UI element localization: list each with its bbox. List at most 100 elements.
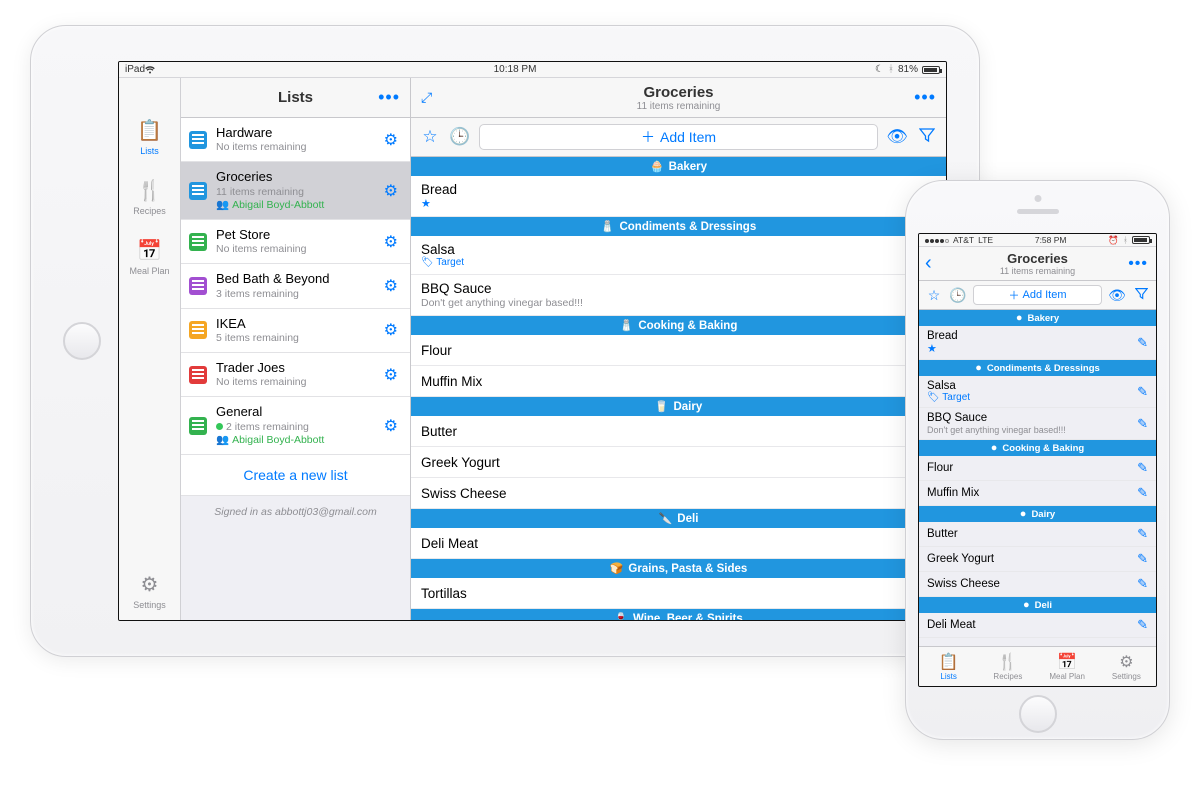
list-settings-button[interactable]: ⚙	[380, 320, 402, 340]
section-header-deli: ●Deli	[919, 597, 1156, 613]
gear-icon: ⚙	[119, 572, 181, 597]
item-row[interactable]: BBQ SauceDon't get anything vinegar base…	[919, 408, 1156, 440]
section-name: Bakery	[669, 161, 707, 173]
item-name: Greek Yogurt	[421, 455, 923, 470]
edit-icon[interactable]: ✎	[1137, 416, 1148, 432]
tab-settings[interactable]: ⚙Settings	[1097, 647, 1156, 686]
iphone-device-frame: AT&T LTE 7:58 PM ⏰ ᚼ ‹ Groceries 11 item…	[905, 180, 1170, 740]
nav-item-recipes[interactable]: 🍴Recipes	[119, 178, 181, 216]
list-row-bed-bath-beyond[interactable]: Bed Bath & Beyond3 items remaining⚙	[181, 264, 410, 308]
add-item-input[interactable]: ＋ Add Item	[479, 124, 878, 150]
tab-label: Recipes	[993, 672, 1022, 681]
nav-item-meal-plan[interactable]: 📅Meal Plan	[119, 238, 181, 276]
edit-icon[interactable]: ✎	[1137, 526, 1148, 542]
item-row[interactable]: Greek Yogurt✎	[411, 447, 946, 478]
list-settings-button[interactable]: ⚙	[380, 276, 402, 296]
item-row[interactable]: Bread★✎	[919, 326, 1156, 360]
lists-column: Lists ••• HardwareNo items remaining⚙Gro…	[181, 78, 411, 620]
item-row[interactable]: Salsa🏷 Target✎	[411, 236, 946, 275]
section-name: Bakery	[1027, 313, 1059, 324]
signed-in-label: Signed in as abbottj03@gmail.com	[181, 496, 410, 528]
list-settings-button[interactable]: ⚙	[380, 416, 402, 436]
list-subtitle: 5 items remaining	[216, 332, 380, 345]
tab-lists[interactable]: 📋Lists	[919, 647, 978, 686]
item-row[interactable]: Salsa🏷 Target✎	[919, 376, 1156, 408]
star-icon: ★	[927, 342, 1137, 355]
list-row-groceries[interactable]: Groceries11 items remaining👥Abigail Boyd…	[181, 162, 410, 220]
section-icon: ●	[1023, 599, 1030, 611]
section-header-bakery: 🧁Bakery	[411, 157, 946, 176]
list-icon	[189, 277, 207, 295]
ipad-home-button[interactable]	[63, 322, 101, 360]
item-row[interactable]: Flour✎	[919, 456, 1156, 481]
edit-icon[interactable]: ✎	[1137, 485, 1148, 501]
history-icon[interactable]: 🕒	[449, 127, 471, 147]
list-name: General	[216, 404, 380, 420]
device-label: iPad	[125, 64, 145, 75]
item-name: Bread	[421, 182, 923, 197]
moon-icon: ☾	[875, 64, 884, 75]
item-row[interactable]: Greek Yogurt✎	[919, 547, 1156, 572]
item-note: Don't get anything vinegar based!!!	[927, 425, 1137, 435]
list-row-hardware[interactable]: HardwareNo items remaining⚙	[181, 118, 410, 162]
item-store: 🏷 Target	[421, 257, 923, 268]
item-row[interactable]: BBQ SauceDon't get anything vinegar base…	[411, 275, 946, 316]
list-row-ikea[interactable]: IKEA5 items remaining⚙	[181, 309, 410, 353]
item-name: Salsa	[927, 380, 1137, 392]
edit-icon[interactable]: ✎	[1137, 460, 1148, 476]
favorites-icon[interactable]: ☆	[925, 287, 943, 304]
iphone-camera	[1034, 195, 1041, 202]
list-icon	[189, 233, 207, 251]
iphone-more-button[interactable]: •••	[1128, 255, 1148, 273]
calendar-icon: 📅	[119, 238, 181, 263]
edit-icon[interactable]: ✎	[1137, 384, 1148, 400]
history-icon[interactable]: 🕒	[949, 287, 967, 304]
item-row[interactable]: Muffin Mix✎	[411, 366, 946, 397]
filter-icon[interactable]	[916, 127, 938, 148]
add-item-input[interactable]: ＋ Add Item	[973, 285, 1102, 305]
create-list-button[interactable]: Create a new list	[181, 455, 410, 496]
list-row-trader-joes[interactable]: Trader JoesNo items remaining⚙	[181, 353, 410, 397]
detail-more-button[interactable]: •••	[914, 87, 936, 108]
hide-icon[interactable]: 👁	[886, 127, 908, 147]
list-settings-button[interactable]: ⚙	[380, 181, 402, 201]
edit-icon[interactable]: ✎	[1137, 617, 1148, 633]
item-row[interactable]: Flour✎	[411, 335, 946, 366]
battery-icon	[922, 66, 940, 74]
list-icon	[189, 131, 207, 149]
bluetooth-icon: ᚼ	[1123, 235, 1128, 245]
item-row[interactable]: Deli Meat✎	[411, 528, 946, 559]
tab-meal-plan[interactable]: 📅Meal Plan	[1038, 647, 1097, 686]
edit-icon[interactable]: ✎	[1137, 335, 1148, 351]
item-row[interactable]: Butter✎	[919, 522, 1156, 547]
item-row[interactable]: Butter✎	[411, 416, 946, 447]
battery-percent: 81%	[898, 64, 918, 75]
list-settings-button[interactable]: ⚙	[380, 130, 402, 150]
hide-icon[interactable]: 👁	[1108, 287, 1126, 304]
tab-icon: 🍴	[998, 652, 1018, 672]
item-row[interactable]: Bread★✎	[411, 176, 946, 217]
favorites-icon[interactable]: ☆	[419, 127, 441, 147]
edit-icon[interactable]: ✎	[1137, 576, 1148, 592]
item-row[interactable]: Deli Meat✎	[919, 613, 1156, 638]
lists-more-button[interactable]: •••	[378, 87, 400, 108]
list-settings-button[interactable]: ⚙	[380, 232, 402, 252]
section-header-deli: 🔪Deli	[411, 509, 946, 528]
item-row[interactable]: Swiss Cheese✎	[919, 572, 1156, 597]
filter-icon[interactable]	[1132, 287, 1150, 303]
nav-item-settings[interactable]: ⚙ Settings	[119, 572, 181, 610]
item-row[interactable]: Tortillas✎	[411, 578, 946, 609]
list-row-pet-store[interactable]: Pet StoreNo items remaining⚙	[181, 220, 410, 264]
nav-item-lists[interactable]: 📋Lists	[119, 118, 181, 156]
iphone-home-button[interactable]	[1019, 695, 1057, 733]
list-settings-button[interactable]: ⚙	[380, 365, 402, 385]
tab-recipes[interactable]: 🍴Recipes	[978, 647, 1037, 686]
item-row[interactable]: Swiss Cheese✎	[411, 478, 946, 509]
item-row[interactable]: Muffin Mix✎	[919, 481, 1156, 506]
edit-icon[interactable]: ✎	[1137, 551, 1148, 567]
list-row-general[interactable]: General2 items remaining👥Abigail Boyd-Ab…	[181, 397, 410, 455]
status-time: 10:18 PM	[155, 64, 875, 75]
lists-container: HardwareNo items remaining⚙Groceries11 i…	[181, 118, 410, 455]
item-name: Flour	[421, 343, 923, 358]
nav-label: Settings	[133, 600, 166, 610]
